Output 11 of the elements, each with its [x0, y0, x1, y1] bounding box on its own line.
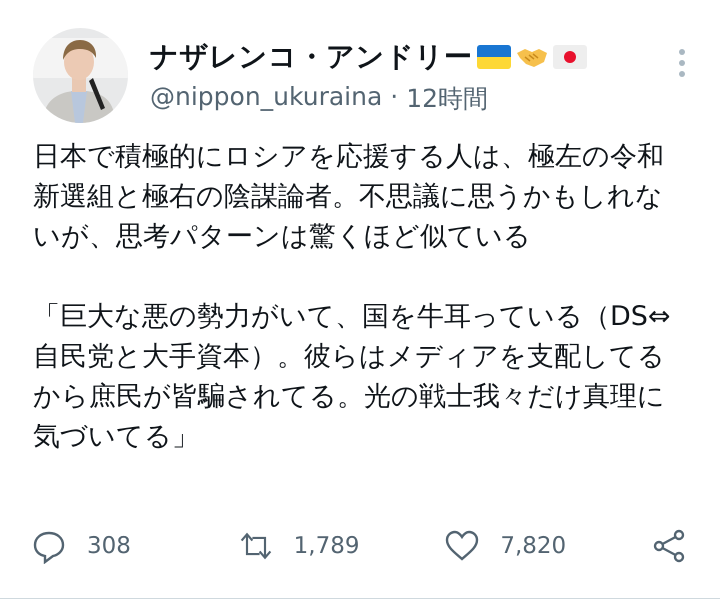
user-handle[interactable]: @nippon_ukuraina — [150, 82, 382, 115]
action-count: 1,789 — [294, 533, 360, 559]
tweet-text: 「巨大な悪の勢力がいて、国を牛耳っている（DS⇔自民党と大手資本）。彼らはメディアを支配してるから庶民が皆騙されてる。光の戦士我々だけ真理に気づいてる」 — [33, 300, 672, 454]
action-count: 308 — [87, 533, 131, 559]
tweet-text: 日本で積極的にロシアを応援する人は、極左の令和新選組と極右の陰謀論者。不思議に思うかもしれないが、思考パターンは驚くほど似ている — [33, 140, 665, 254]
timestamp[interactable]: 12時間 — [406, 82, 488, 115]
action-count: 7,820 — [500, 533, 566, 559]
flag-icon — [476, 45, 510, 69]
display-name[interactable]: ナザレンコ・アンドリー — [150, 38, 472, 76]
flag-icon — [552, 45, 586, 69]
separator: · — [390, 82, 398, 113]
